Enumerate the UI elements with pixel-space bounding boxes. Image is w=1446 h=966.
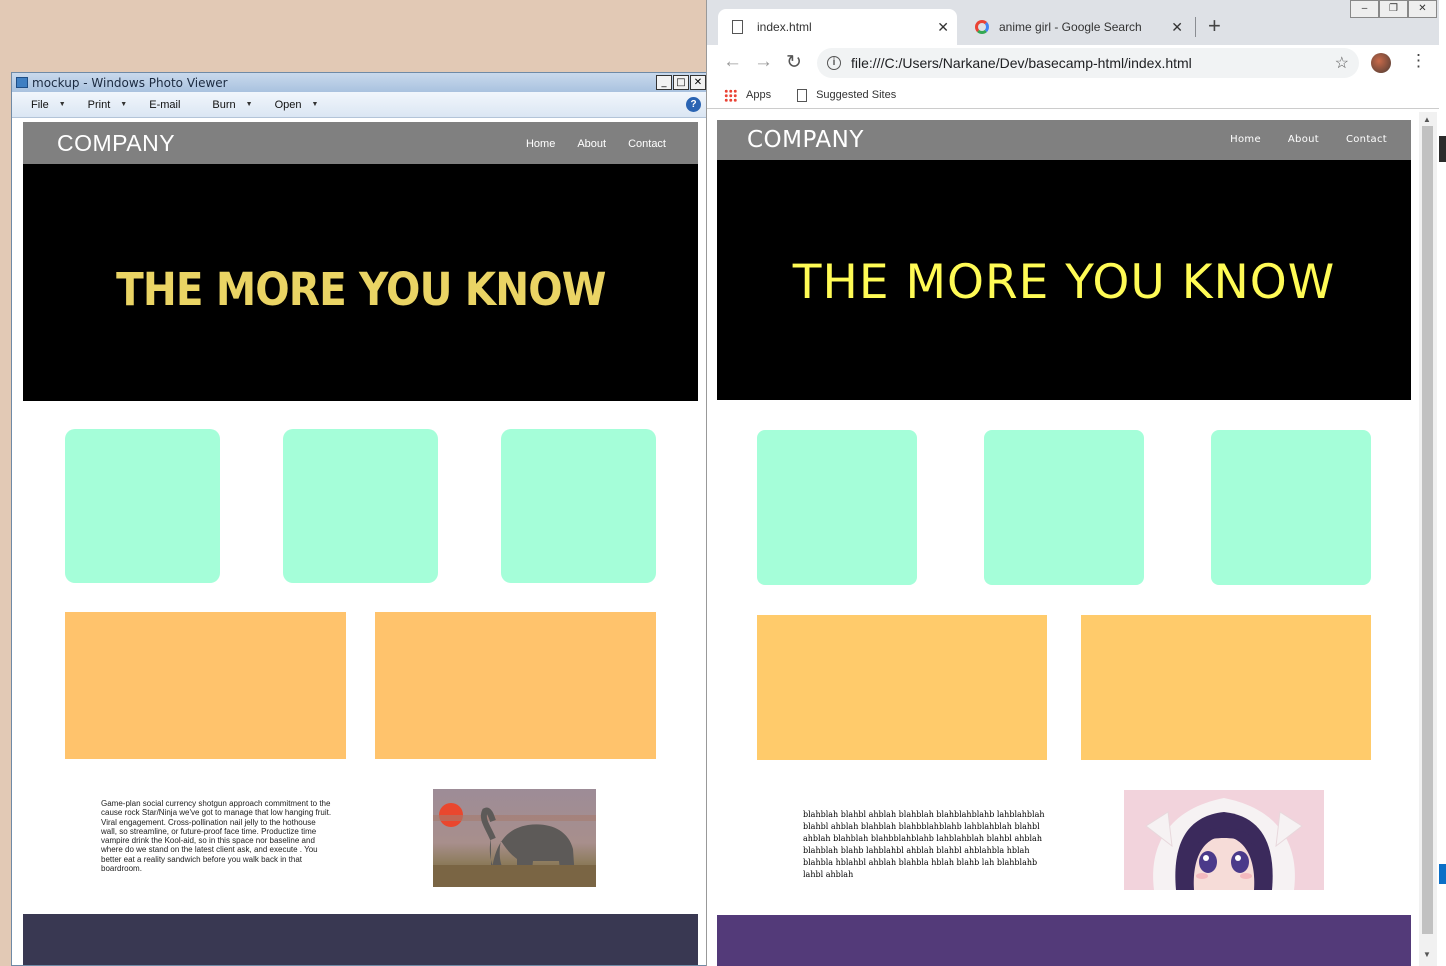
new-tab-button[interactable]: + <box>1208 13 1221 39</box>
mockup-card-3 <box>501 429 656 583</box>
photo-viewer-icon <box>16 77 28 88</box>
mockup-body-text: Game-plan social currency shotgun approa… <box>101 799 332 874</box>
tab-close-icon[interactable]: ✕ <box>1171 19 1183 36</box>
photo-viewer-title: mockup - Windows Photo Viewer <box>32 75 228 90</box>
nav-link-about[interactable]: About <box>1288 134 1319 145</box>
mockup-navbar: COMPANY Home About Contact <box>23 122 698 164</box>
anime-girl-illustration <box>1124 790 1324 890</box>
mockup-card-2 <box>283 429 438 583</box>
tab-strip: index.html ✕ anime girl - Google Search … <box>707 0 1439 45</box>
restore-button[interactable]: ❐ <box>1379 0 1408 18</box>
help-icon[interactable]: ? <box>686 97 701 112</box>
menu-burn[interactable]: Burn ▼ <box>212 99 252 111</box>
nav-link-contact[interactable]: Contact <box>1346 134 1387 145</box>
address-bar[interactable]: i file:///C:/Users/Narkane/Dev/basecamp-… <box>817 48 1359 78</box>
background-window-fragment <box>1439 864 1446 884</box>
minimize-button[interactable]: ‒ <box>1350 0 1379 18</box>
scrollbar-thumb[interactable] <box>1422 126 1433 934</box>
anime-girl-image <box>1124 790 1324 890</box>
page-body-text: blahblah blahbl ahblah blahblah blahblah… <box>803 810 1045 879</box>
menu-email-label: E-mail <box>149 98 181 111</box>
mockup-nav-home: Home <box>525 138 556 150</box>
menu-file-label: File <box>31 98 49 111</box>
page-card-3 <box>1211 430 1371 585</box>
vertical-scrollbar[interactable]: ▲ ▼ <box>1419 112 1437 966</box>
background-window-edge <box>1439 0 1446 966</box>
document-icon <box>797 88 808 102</box>
page-logo[interactable]: COMPANY <box>747 127 864 153</box>
mockup-panel-1 <box>65 612 346 759</box>
back-arrow-icon[interactable]: ← <box>723 51 742 73</box>
bookmark-suggested-sites[interactable]: Suggested Sites <box>816 89 896 101</box>
close-button[interactable]: ✕ <box>1408 0 1437 18</box>
menu-burn-label: Burn <box>212 98 236 111</box>
tab-index-html[interactable]: index.html ✕ <box>718 9 957 45</box>
reload-icon[interactable]: ↻ <box>786 51 802 74</box>
page-navbar: COMPANY Home About Contact <box>717 120 1411 160</box>
url-text[interactable]: file:///C:/Users/Narkane/Dev/basecamp-ht… <box>851 55 1192 71</box>
menu-kebab-icon[interactable]: ⋮ <box>1410 51 1427 71</box>
bookmark-star-icon[interactable]: ☆ <box>1335 53 1349 73</box>
menu-print[interactable]: Print ▼ <box>88 99 128 111</box>
scroll-down-icon[interactable]: ▼ <box>1423 950 1431 959</box>
web-page-content: COMPANY Home About Contact THE MORE YOU … <box>717 120 1411 966</box>
mockup-panel-2 <box>375 612 656 759</box>
bookmark-apps[interactable]: Apps <box>746 89 771 101</box>
menu-file[interactable]: File ▼ <box>31 99 66 111</box>
mockup-nav-contact: Contact <box>628 138 666 150</box>
elephant-photo <box>433 789 596 887</box>
browser-toolbar: ← → ↻ i file:///C:/Users/Narkane/Dev/bas… <box>707 45 1439 82</box>
close-button[interactable]: ✕ <box>690 75 706 90</box>
photo-viewer-titlebar[interactable]: mockup - Windows Photo Viewer _ □ ✕ <box>12 73 707 92</box>
menu-print-label: Print <box>87 98 111 111</box>
page-panel-1 <box>757 615 1047 760</box>
nav-link-home[interactable]: Home <box>1230 134 1261 145</box>
minimize-button[interactable]: _ <box>656 75 672 90</box>
tab-separator <box>1195 17 1196 37</box>
document-icon <box>732 20 743 34</box>
page-hero: THE MORE YOU KNOW <box>717 160 1411 400</box>
page-card-1 <box>757 430 917 585</box>
page-footer <box>717 915 1411 966</box>
bookmarks-bar: Apps Suggested Sites <box>707 82 1439 109</box>
forward-arrow-icon[interactable]: → <box>754 51 773 73</box>
mockup-image: COMPANY Home About Contact THE MORE YOU … <box>23 122 698 965</box>
google-icon <box>975 20 989 34</box>
mockup-footer <box>23 914 698 965</box>
background-window-fragment <box>1439 136 1446 162</box>
chevron-down-icon: ▼ <box>120 101 128 108</box>
page-panel-2 <box>1081 615 1371 760</box>
profile-avatar[interactable] <box>1371 53 1391 73</box>
maximize-button[interactable]: □ <box>673 75 689 90</box>
chevron-down-icon: ▼ <box>311 101 319 108</box>
elephant-illustration <box>433 803 596 887</box>
browser-window: index.html ✕ anime girl - Google Search … <box>706 0 1439 966</box>
scroll-up-icon[interactable]: ▲ <box>1423 115 1431 124</box>
mockup-hero-text: THE MORE YOU KNOW <box>115 262 606 316</box>
tab-title: index.html <box>757 20 812 34</box>
photo-viewer-menubar: File ▼ Print ▼ E-mail Burn ▼ Open ▼ ? <box>12 92 707 118</box>
menu-email[interactable]: E-mail <box>149 99 180 111</box>
page-hero-text: THE MORE YOU KNOW <box>792 254 1336 310</box>
mockup-nav-about: About <box>577 138 607 150</box>
tab-close-icon[interactable]: ✕ <box>937 19 949 36</box>
mockup-card-1 <box>65 429 220 583</box>
menu-open[interactable]: Open ▼ <box>275 99 319 111</box>
apps-grid-icon <box>724 88 737 102</box>
mockup-hero: THE MORE YOU KNOW <box>23 164 698 401</box>
photo-viewer-window: mockup - Windows Photo Viewer _ □ ✕ File… <box>11 72 708 966</box>
tab-title: anime girl - Google Search <box>999 20 1142 34</box>
menu-open-label: Open <box>274 98 302 111</box>
tab-google-search[interactable]: anime girl - Google Search ✕ <box>963 9 1191 45</box>
chevron-down-icon: ▼ <box>245 101 253 108</box>
mockup-logo: COMPANY <box>57 130 176 156</box>
info-icon[interactable]: i <box>827 56 841 70</box>
chevron-down-icon: ▼ <box>58 101 66 108</box>
page-card-2 <box>984 430 1144 585</box>
